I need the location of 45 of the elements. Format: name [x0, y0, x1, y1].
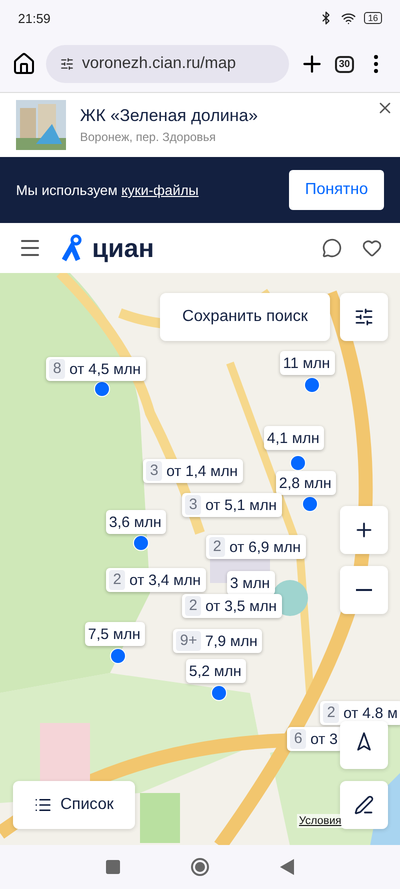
price-marker[interactable]: 8 от 4,5 млн	[46, 357, 146, 381]
location-button[interactable]	[340, 721, 388, 769]
tab-count-button[interactable]: 30	[334, 56, 354, 72]
price-marker[interactable]: 2 от 3,4 млн	[106, 568, 206, 592]
banner-address: Воронеж, пер. Здоровья	[80, 130, 217, 144]
zoom-in-button[interactable]	[340, 506, 388, 554]
terms-link[interactable]: Условия	[297, 814, 344, 828]
accept-button[interactable]: Понятно	[289, 170, 384, 210]
price-marker[interactable]: 3 от 5,1 млн	[182, 493, 282, 517]
list-button[interactable]: Список	[13, 781, 135, 829]
price-marker[interactable]: 4,1 млн	[264, 426, 324, 450]
price-marker[interactable]: 2 от 3,5 млн	[182, 594, 282, 618]
banner-title: ЖК «Зеленая долина»	[80, 106, 258, 126]
price-marker[interactable]: 2 от 6,9 млн	[206, 535, 306, 559]
filter-icon	[354, 307, 374, 327]
chat-icon[interactable]	[322, 238, 342, 258]
address-bar[interactable]: voronezh.cian.ru/map	[46, 45, 289, 83]
cookie-link[interactable]: куки-файлы	[121, 182, 199, 198]
wifi-icon	[340, 10, 356, 26]
price-marker[interactable]: 2,8 млн	[276, 471, 336, 495]
battery-level: 16	[364, 12, 382, 24]
price-marker[interactable]: 6 от 3	[287, 727, 343, 751]
home-button-icon[interactable]	[190, 857, 210, 877]
save-search-button[interactable]: Сохранить поиск	[160, 293, 330, 341]
clock-time: 21:59	[18, 10, 51, 26]
price-marker[interactable]: 9+ 7,9 млн	[173, 629, 262, 653]
price-marker[interactable]: 11 млн	[280, 351, 336, 375]
pin-icon	[62, 234, 84, 262]
cookie-text: Мы используем куки-файлы	[16, 182, 199, 198]
draw-button[interactable]	[340, 781, 388, 829]
price-marker[interactable]: 5,2 млн	[186, 659, 246, 683]
price-marker[interactable]: 3 от 1,4 млн	[143, 459, 243, 483]
logo-text[interactable]: циан	[92, 232, 154, 264]
price-marker[interactable]: 7,5 млн	[85, 622, 146, 646]
list-icon	[34, 796, 52, 814]
minus-icon	[356, 589, 372, 591]
site-settings-icon[interactable]	[60, 57, 74, 71]
filter-button[interactable]	[340, 293, 388, 341]
pen-icon	[354, 795, 374, 815]
price-marker[interactable]: 2 от 4.8 м	[320, 701, 400, 725]
heart-icon[interactable]	[362, 238, 382, 258]
price-marker[interactable]: 3,6 млн	[106, 510, 166, 534]
home-icon[interactable]	[12, 52, 36, 76]
back-icon[interactable]	[280, 859, 294, 875]
price-marker[interactable]: 3 млн	[227, 571, 275, 595]
